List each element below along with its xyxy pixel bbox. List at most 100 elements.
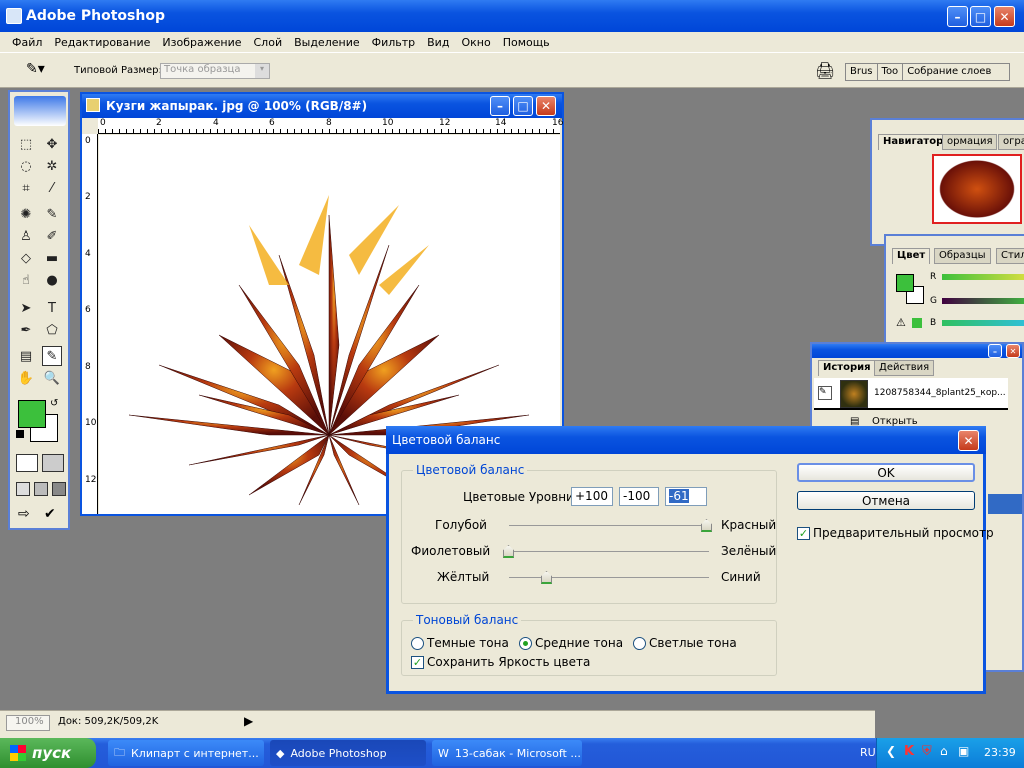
- history-close-button[interactable]: ✕: [1006, 344, 1020, 358]
- highlights-label[interactable]: Светлые тона: [649, 636, 737, 650]
- type-tool-icon[interactable]: T: [42, 298, 62, 318]
- tab-styles[interactable]: Стил: [996, 248, 1024, 264]
- taskbar-item-clipart[interactable]: 🗀 Клипарт с интернет...: [108, 740, 264, 766]
- tab-navigator[interactable]: Навигатор: [878, 134, 949, 150]
- start-button[interactable]: пуск: [0, 738, 96, 768]
- palette-well-layer-comps[interactable]: Собрание слоев: [903, 64, 995, 80]
- default-colors-icon[interactable]: [16, 430, 24, 438]
- swap-colors-icon[interactable]: ↺: [50, 398, 58, 409]
- menu-select[interactable]: Выделение: [288, 36, 366, 49]
- preview-label[interactable]: Предварительный просмотр: [813, 526, 994, 540]
- menu-window[interactable]: Окно: [455, 36, 496, 49]
- preserve-luminosity-label[interactable]: Сохранить Яркость цвета: [427, 655, 590, 669]
- menu-edit[interactable]: Редактирование: [48, 36, 156, 49]
- healing-brush-icon[interactable]: ✺: [16, 204, 36, 224]
- cyan-red-track[interactable]: [509, 525, 709, 526]
- tab-color[interactable]: Цвет: [892, 248, 931, 264]
- dodge-tool-icon[interactable]: ●: [42, 270, 62, 290]
- tray-antivirus-icon[interactable]: K: [904, 744, 914, 759]
- tray-network-icon[interactable]: ⌂: [940, 744, 948, 758]
- tray-back-icon[interactable]: ❮: [886, 744, 896, 758]
- ok-button[interactable]: OK: [797, 463, 975, 482]
- doc-close-button[interactable]: ✕: [536, 96, 556, 116]
- marquee-tool-icon[interactable]: ⬚: [16, 134, 36, 154]
- menu-filter[interactable]: Фильтр: [366, 36, 422, 49]
- gamut-warning-icon[interactable]: ⚠: [896, 316, 906, 329]
- menu-layer[interactable]: Слой: [248, 36, 289, 49]
- midtones-label[interactable]: Средние тона: [535, 636, 623, 650]
- stamp-tool-icon[interactable]: ♙: [16, 226, 36, 246]
- slice-tool-icon[interactable]: ⁄: [42, 178, 62, 198]
- file-browser-icon[interactable]: 🖨: [815, 61, 835, 80]
- tab-histogram[interactable]: огра: [998, 134, 1024, 150]
- menu-help[interactable]: Помощь: [497, 36, 556, 49]
- lasso-tool-icon[interactable]: ◌: [16, 156, 36, 176]
- taskbar-item-word[interactable]: W 13-сабак - Microsoft ...: [432, 740, 582, 766]
- minimize-button[interactable]: –: [947, 6, 968, 27]
- level-cyan-red-input[interactable]: +100: [571, 487, 613, 506]
- preserve-luminosity-checkbox[interactable]: ✓: [411, 656, 424, 669]
- menu-image[interactable]: Изображение: [156, 36, 247, 49]
- tray-display-icon[interactable]: ▣: [958, 744, 969, 758]
- channel-b-slider[interactable]: [942, 320, 1024, 326]
- highlights-radio[interactable]: [633, 637, 646, 650]
- dialog-close-button[interactable]: ✕: [958, 430, 979, 451]
- path-select-icon[interactable]: ➤: [16, 298, 36, 318]
- palette-well-tool-presets[interactable]: Too: [878, 64, 904, 80]
- crop-tool-icon[interactable]: ⌗: [16, 178, 36, 198]
- tab-info[interactable]: ормация: [942, 134, 998, 150]
- history-brush-source-icon[interactable]: ✎: [818, 386, 832, 400]
- level-magenta-green-input[interactable]: -100: [619, 487, 659, 506]
- screen-mode-full-icon[interactable]: [52, 482, 66, 496]
- doc-minimize-button[interactable]: –: [490, 96, 510, 116]
- shadows-radio[interactable]: [411, 637, 424, 650]
- web-color-swatch[interactable]: [912, 318, 922, 328]
- channel-g-slider[interactable]: [942, 298, 1024, 304]
- history-brush-icon[interactable]: ✐: [42, 226, 62, 246]
- jump-to-imageready-icon[interactable]: ⇨: [18, 506, 30, 522]
- tray-shield-icon[interactable]: ⛨: [922, 744, 932, 759]
- blur-tool-icon[interactable]: ☝: [16, 270, 36, 290]
- close-button[interactable]: ✕: [994, 6, 1015, 27]
- midtones-radio[interactable]: [519, 637, 532, 650]
- cancel-button[interactable]: Отмена: [797, 491, 975, 510]
- preview-checkbox[interactable]: ✓: [797, 527, 810, 540]
- feather-logo[interactable]: [14, 96, 66, 126]
- move-tool-icon[interactable]: ✥: [42, 134, 62, 154]
- tab-swatches[interactable]: Образцы: [934, 248, 991, 264]
- shape-tool-icon[interactable]: ⬠: [42, 320, 62, 340]
- quickmask-mode-icon[interactable]: [42, 454, 64, 472]
- palette-well-brushes[interactable]: Brus: [846, 64, 878, 80]
- yellow-blue-track[interactable]: [509, 577, 709, 578]
- taskbar-item-photoshop[interactable]: ◆ Adobe Photoshop: [270, 740, 426, 766]
- channel-r-slider[interactable]: [942, 274, 1024, 280]
- level-yellow-blue-input[interactable]: -61: [665, 487, 707, 506]
- history-selected-row[interactable]: [988, 494, 1022, 514]
- sample-size-select[interactable]: Точка образца ▾: [160, 63, 270, 79]
- zoom-field[interactable]: 100%: [6, 715, 50, 731]
- status-menu-arrow-icon[interactable]: ▶: [244, 714, 253, 728]
- hand-tool-icon[interactable]: ✋: [16, 368, 36, 388]
- menu-view[interactable]: Вид: [421, 36, 455, 49]
- magenta-green-track[interactable]: [509, 551, 709, 552]
- gradient-tool-icon[interactable]: ▬: [42, 248, 62, 268]
- doc-maximize-button[interactable]: □: [513, 96, 533, 116]
- tab-history[interactable]: История: [818, 360, 876, 376]
- shadows-label[interactable]: Темные тона: [427, 636, 509, 650]
- edit-in-imageready-icon[interactable]: ✔: [44, 506, 56, 522]
- tab-actions[interactable]: Действия: [874, 360, 935, 376]
- navigator-thumbnail[interactable]: [932, 154, 1022, 224]
- language-indicator[interactable]: RU: [860, 746, 876, 759]
- history-minimize-button[interactable]: –: [988, 344, 1002, 358]
- screen-mode-standard-icon[interactable]: [16, 482, 30, 496]
- menu-file[interactable]: Файл: [6, 36, 48, 49]
- eyedropper-tool-icon-box[interactable]: ✎: [42, 346, 62, 366]
- history-snapshot-row[interactable]: ✎ 1208758344_8plant25_кор...: [814, 378, 1008, 410]
- notes-tool-icon[interactable]: ▤: [16, 346, 36, 366]
- screen-mode-full-menu-icon[interactable]: [34, 482, 48, 496]
- standard-mode-icon[interactable]: [16, 454, 38, 472]
- pen-tool-icon[interactable]: ✒: [16, 320, 36, 340]
- brush-tool-icon[interactable]: ✎: [42, 204, 62, 224]
- foreground-color-swatch[interactable]: [18, 400, 46, 428]
- maximize-button[interactable]: □: [970, 6, 991, 27]
